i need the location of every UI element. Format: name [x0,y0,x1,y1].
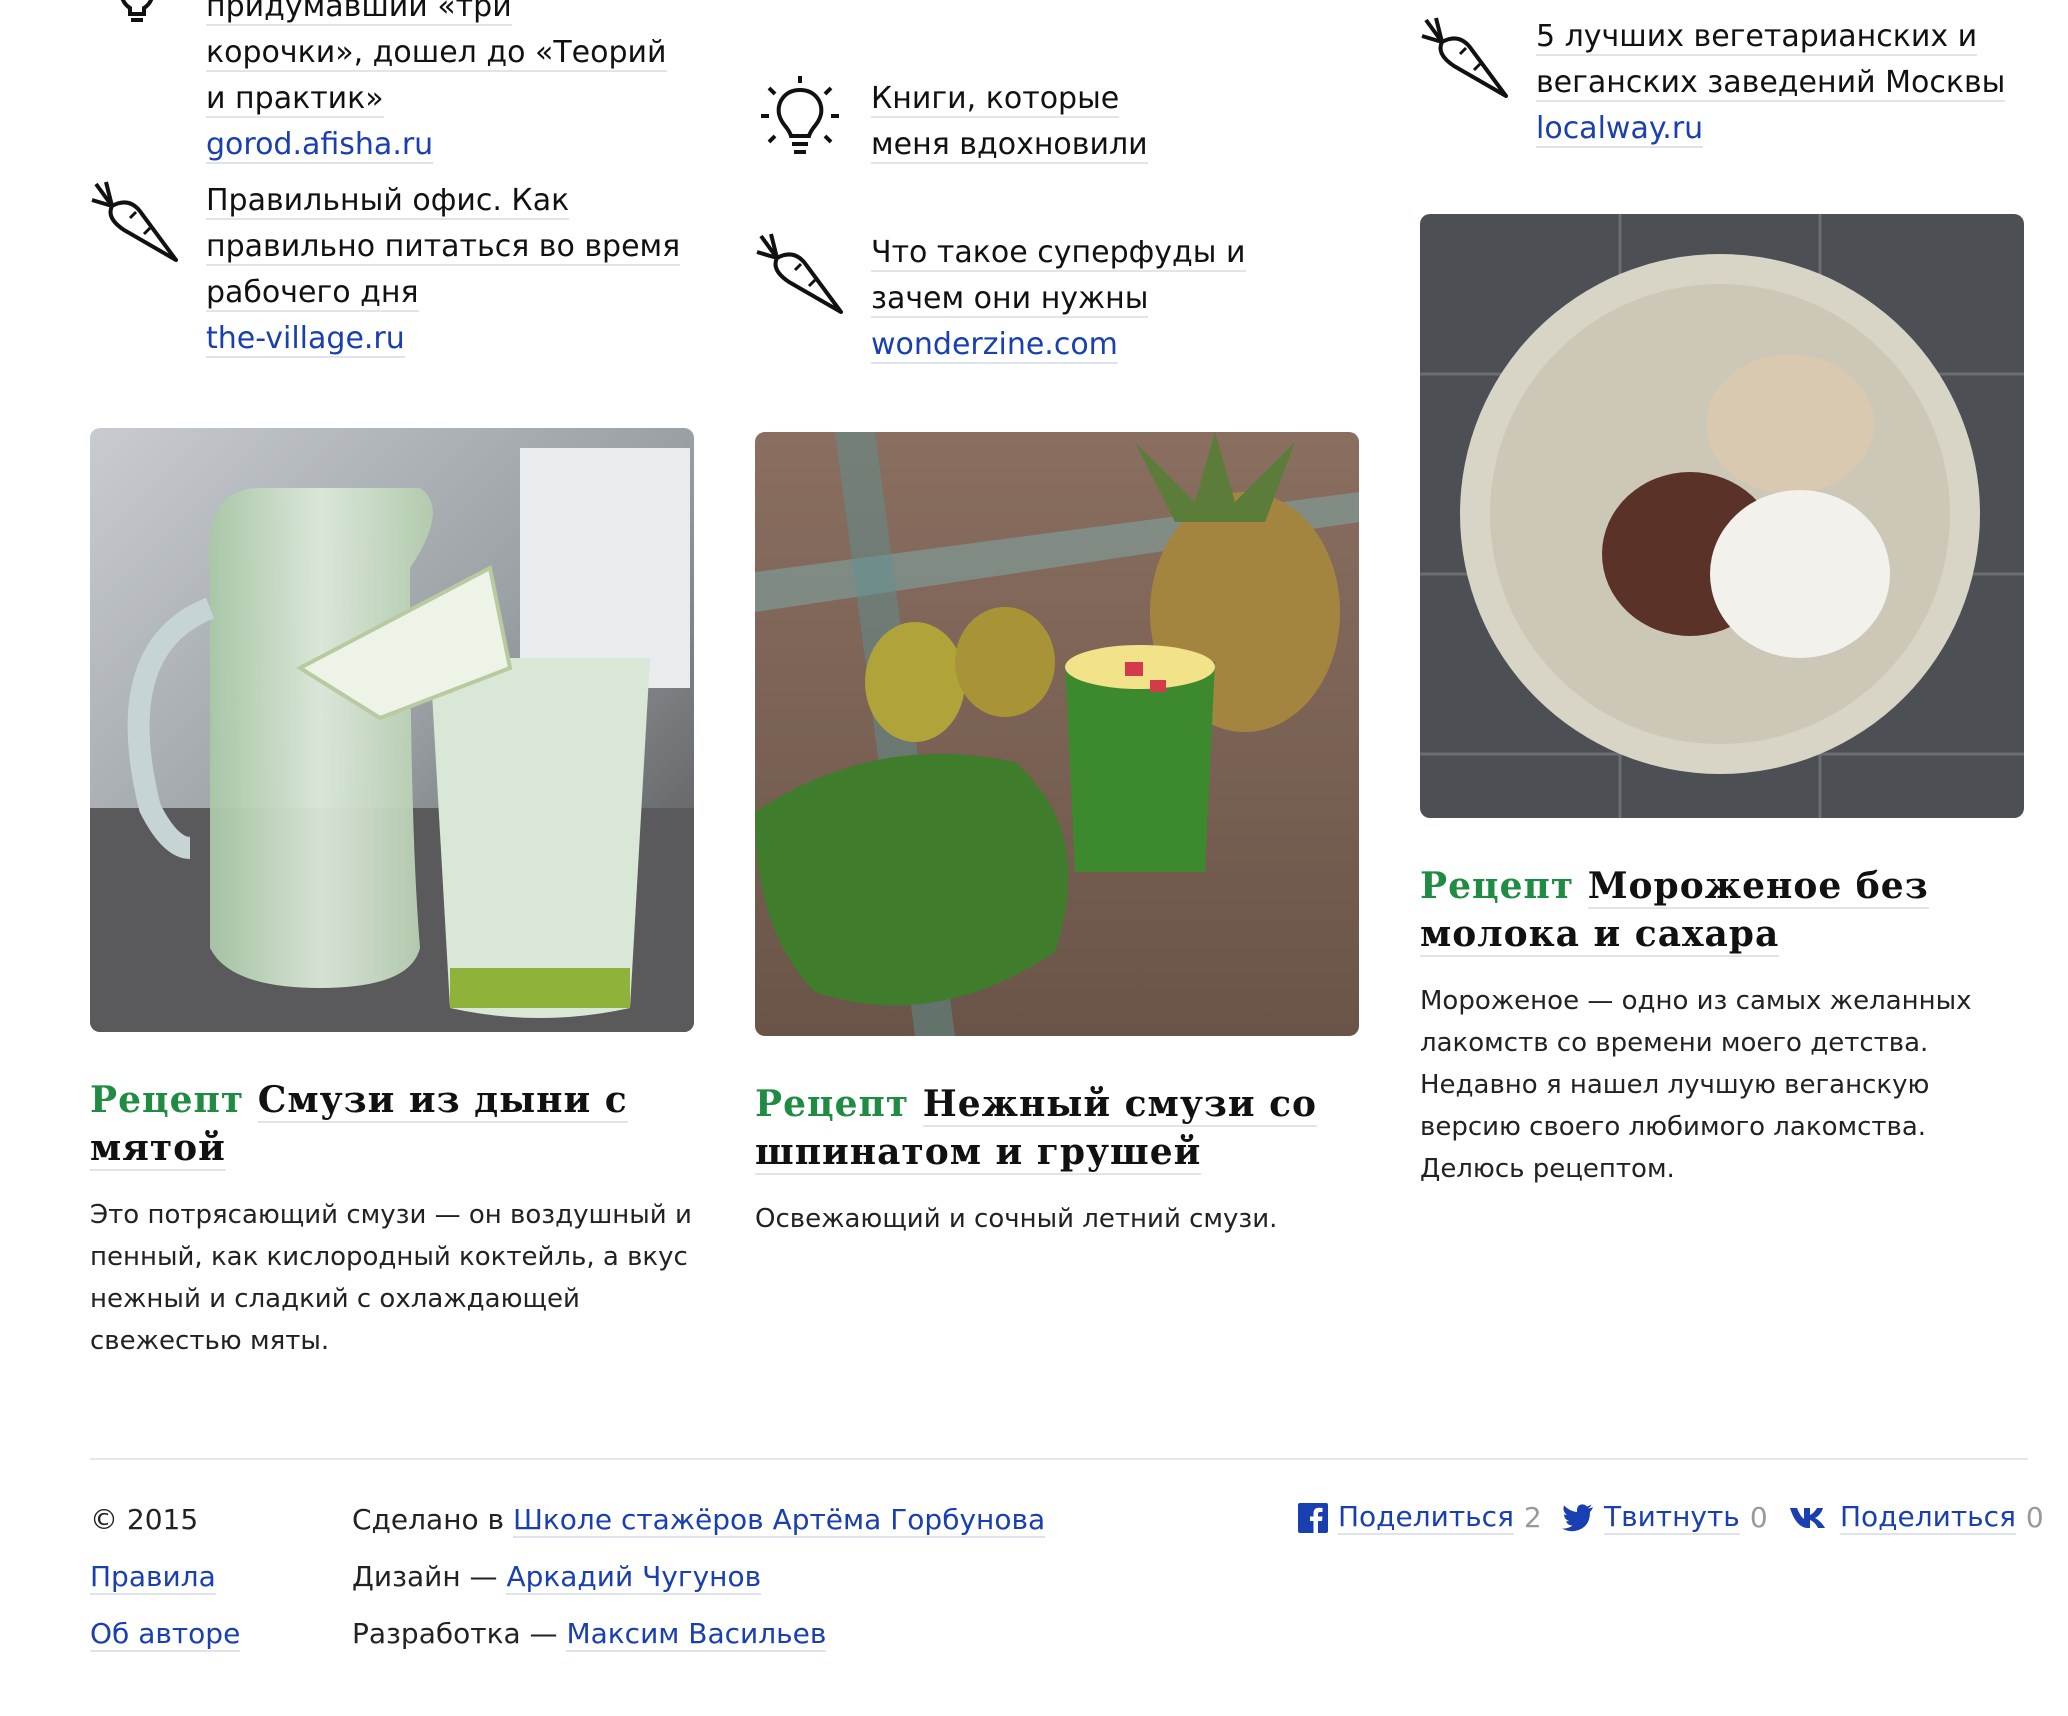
carrot-icon [755,230,871,320]
link-item: Правильный офис. Как правильно питаться … [90,178,686,362]
link-title[interactable]: Книги, которые меня вдохновили [871,81,1148,164]
recipe-photo[interactable] [755,432,1359,1036]
recipe-kind: Рецепт [90,1079,245,1121]
footer-developer-link[interactable]: Максим Васильев [566,1617,827,1652]
link-item: придумавший «три корочки», дошел до «Тео… [90,0,676,168]
share-facebook[interactable]: Поделиться 2 [1298,1500,1542,1535]
recipe-title: Рецепт Мороженое без молока и сахара [1420,862,2024,958]
recipe-card: Рецепт Нежный смузи со шпинатом и грушей… [755,432,1359,1240]
recipe-kind: Рецепт [755,1083,910,1125]
carrot-icon [1420,14,1536,104]
link-title: 5 лучших вегетарианских и веганских заве… [1536,19,2006,102]
facebook-icon [1298,1502,1328,1533]
share-facebook-count: 2 [1523,1501,1542,1534]
link-item: Книги, которые меня вдохновили [755,76,1191,168]
footer-designer-link[interactable]: Аркадий Чугунов [506,1560,762,1595]
footer-about-link[interactable]: Об авторе [90,1617,241,1652]
twitter-icon [1562,1503,1593,1531]
recipe-description: Это потрясающий смузи — он воздушный и п… [90,1200,692,1356]
footer-rules-link[interactable]: Правила [90,1560,216,1595]
link-item: Что такое суперфуды и зачем они нужны wo… [755,230,1341,368]
link-url[interactable]: gorod.afisha.ru [206,127,434,164]
recipe-photo[interactable] [90,428,694,1032]
footer-dev-prefix: Разработка — [352,1617,567,1650]
lightbulb-icon [90,0,206,74]
link-title: Правильный офис. Как правильно питаться … [206,183,681,312]
link-url[interactable]: localway.ru [1536,111,1704,148]
recipe-card: Рецепт Смузи из дыни с мятой Это потряса… [90,428,694,1362]
recipe-card: Рецепт Мороженое без молока и сахара Мор… [1420,214,2024,1190]
lightbulb-icon [755,76,871,166]
footer-copyright: © 2015 [90,1503,199,1536]
share-vk[interactable]: Поделиться 0 [1790,1500,2044,1535]
link-title: Что такое суперфуды и зачем они нужны [871,235,1246,318]
vk-icon [1790,1507,1825,1528]
recipe-title: Рецепт Нежный смузи со шпинатом и грушей [755,1080,1359,1176]
footer-made-prefix: Сделано в [352,1503,513,1536]
footer-school-link[interactable]: Школе стажёров Артёма Горбунова [512,1503,1046,1538]
footer-design-prefix: Дизайн — [352,1560,507,1593]
footer-design: Дизайн — Аркадий Чугунов [352,1557,762,1597]
footer-divider [90,1458,2028,1460]
link-url[interactable]: the-village.ru [206,321,405,358]
recipe-description: Мороженое — одно из самых желанных лаком… [1420,986,1972,1184]
share-twitter-label[interactable]: Твитнуть [1604,1500,1740,1535]
recipe-title: Рецепт Смузи из дыни с мятой [90,1076,694,1172]
footer-made: Сделано в Школе стажёров Артёма Горбунов… [352,1500,1046,1540]
share-facebook-label[interactable]: Поделиться [1338,1500,1514,1535]
link-url[interactable]: wonderzine.com [871,327,1118,364]
carrot-icon [90,178,206,268]
link-item: 5 лучших вегетарианских и веганских заве… [1420,14,2016,152]
recipe-description: Освежающий и сочный летний смузи. [755,1204,1278,1234]
footer-dev: Разработка — Максим Васильев [352,1614,827,1654]
share-twitter-count: 0 [1749,1501,1768,1534]
link-title: придумавший «три корочки», дошел до «Тео… [206,0,667,118]
recipe-photo[interactable] [1420,214,2024,818]
share-vk-label[interactable]: Поделиться [1840,1500,2016,1535]
recipe-kind: Рецепт [1420,865,1575,907]
share-twitter[interactable]: Твитнуть 0 [1562,1500,1768,1535]
share-vk-count: 0 [2025,1501,2044,1534]
